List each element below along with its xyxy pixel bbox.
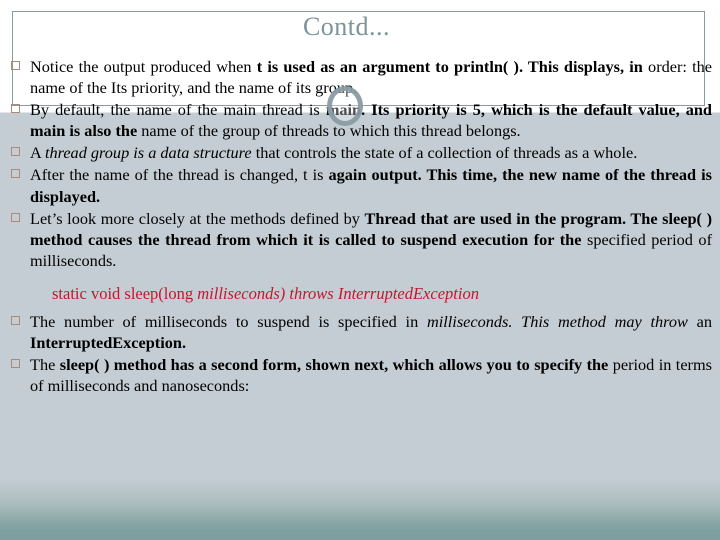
bullet-sleep-second-form: The sleep( ) method has a second form, s… (0, 354, 720, 396)
bullet-by-default-run-0: By default, the name of the main thread … (30, 100, 326, 120)
sleep-signature-run-1: milliseconds) throws InterruptedExceptio… (197, 283, 479, 303)
code-signature-line: static void sleep(long milliseconds) thr… (0, 284, 720, 304)
bullet-list-secondary: The number of milliseconds to suspend is… (0, 311, 720, 396)
bullet-number-of-ms-run-1: milliseconds. This method may throw (426, 311, 697, 331)
hollow-square-bullet-icon (11, 315, 20, 325)
bullet-after-name-changed-run-0: After the name of the thread is changed,… (30, 165, 329, 185)
sleep-signature-run-0: static void sleep(long (52, 283, 198, 303)
hollow-square-bullet-icon (11, 147, 20, 157)
bullet-thread-group-run-1: thread group is a data structure (44, 143, 256, 163)
bullet-thread-group-run-0: A (30, 143, 45, 163)
slide-body: Notice the output produced when t is use… (0, 56, 720, 397)
bullet-notice-output-run-1: t is used as an argument to println( ). … (256, 57, 649, 76)
bullet-number-of-ms-run-0: The number of milliseconds to suspend is… (30, 311, 427, 331)
bullet-list-primary: Notice the output produced when t is use… (0, 56, 720, 271)
bullet-number-of-ms-run-2: an (696, 311, 713, 331)
hollow-square-bullet-icon (11, 169, 20, 179)
bullet-sleep-second-form-run-0: The (30, 354, 60, 374)
hollow-square-bullet-icon (11, 61, 20, 70)
bullet-after-name-changed: After the name of the thread is changed,… (0, 164, 720, 206)
bullet-thread-group: A thread group is a data structure that … (0, 142, 720, 163)
bullet-lets-look-run-1: Thread that are used in the program. The (364, 208, 663, 228)
bullet-by-default-run-2: name of the group of threads to which th… (141, 121, 521, 141)
bullet-by-default: By default, the name of the main thread … (0, 99, 720, 141)
footer-strip (0, 530, 720, 540)
bullet-sleep-second-form-run-1: sleep( ) method has a second form, shown… (59, 354, 613, 374)
hollow-square-bullet-icon (11, 104, 20, 114)
hollow-square-bullet-icon (11, 212, 20, 222)
slide-canvas: Contd... Notice the output produced when… (0, 0, 720, 540)
page-title: Contd... (302, 12, 391, 41)
bullet-number-of-ms-run-3: InterruptedException. (30, 332, 187, 352)
bullet-lets-look-run-0: Let’s look more closely at the methods d… (30, 208, 365, 228)
bullet-number-of-ms: The number of milliseconds to suspend is… (0, 311, 720, 353)
bullet-notice-output-run-0: Notice the output produced when (30, 57, 257, 76)
hollow-square-bullet-icon (11, 358, 20, 368)
bullet-lets-look: Let’s look more closely at the methods d… (0, 208, 720, 271)
bullet-notice-output: Notice the output produced when t is use… (0, 56, 720, 98)
bullet-thread-group-run-2: that controls the state of a collection … (255, 143, 638, 163)
